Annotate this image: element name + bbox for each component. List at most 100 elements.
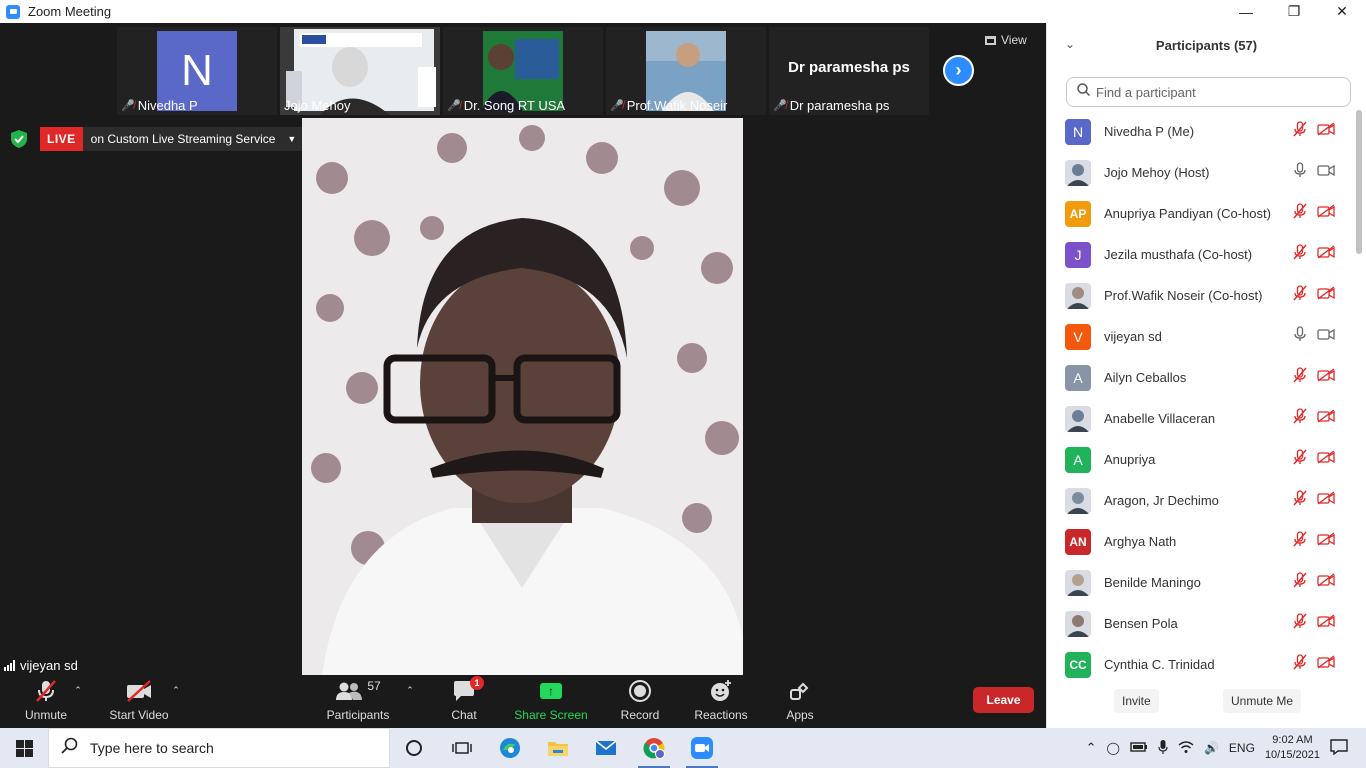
leave-button[interactable]: Leave [973, 687, 1034, 713]
maximize-button[interactable]: ❐ [1270, 0, 1318, 23]
participant-row[interactable]: A Anupriya [1047, 439, 1357, 480]
task-view-icon[interactable] [438, 728, 486, 768]
participant-row[interactable]: Benilde Maningo [1047, 562, 1357, 603]
active-speaker-video [302, 118, 743, 675]
window-controls: — ❐ ✕ [1222, 0, 1366, 23]
speaker-video-image [302, 118, 743, 675]
edge-browser-icon[interactable] [486, 728, 534, 768]
participant-status-icons [1293, 408, 1335, 429]
zoom-taskbar-icon[interactable] [678, 728, 726, 768]
minimize-button[interactable]: — [1222, 0, 1270, 23]
mic-muted-icon: 🎤̸ [610, 100, 624, 112]
video-thumbnail-dr-paramesha[interactable]: Dr paramesha ps 🎤̸ Dr paramesha ps [769, 27, 929, 115]
view-button[interactable]: View [985, 33, 1027, 47]
video-thumbnail-dr-song[interactable]: 🎤̸ Dr. Song RT USA [443, 27, 603, 115]
active-speaker-label: vijeyan sd [0, 656, 82, 675]
participants-options-caret[interactable]: ⌃ [402, 675, 418, 728]
participant-row[interactable]: Aragon, Jr Dechimo [1047, 480, 1357, 521]
participant-avatar [1065, 282, 1091, 309]
apps-button[interactable]: Apps [782, 675, 818, 728]
video-thumbnail-jojo[interactable]: Jojo Mehoy [280, 27, 440, 115]
taskbar-clock[interactable]: 9:02 AM 10/15/2021 [1265, 733, 1320, 763]
video-off-icon [1317, 409, 1335, 428]
participant-row[interactable]: Jojo Mehoy (Host) [1047, 152, 1357, 193]
audio-options-caret[interactable]: ⌃ [70, 675, 86, 728]
participant-row[interactable]: CC Cynthia C. Trinidad [1047, 644, 1357, 685]
participant-row[interactable]: A Ailyn Ceballos [1047, 357, 1357, 398]
chevron-up-icon[interactable]: ⌃ [1086, 740, 1097, 756]
chevron-down-icon[interactable]: ⌄ [1065, 37, 1075, 51]
wifi-icon[interactable] [1178, 740, 1194, 757]
meet-now-icon[interactable]: ◯ [1107, 741, 1120, 755]
title-bar: Zoom Meeting — ❐ ✕ [0, 0, 1366, 23]
chat-button[interactable]: 1 Chat [446, 675, 484, 728]
participant-search-input[interactable] [1096, 84, 1336, 100]
unmute-button[interactable]: Unmute [18, 675, 74, 728]
thumbnail-display-name: Dr paramesha ps [788, 58, 910, 76]
battery-icon[interactable] [1130, 741, 1148, 756]
participant-row[interactable]: AN Arghya Nath [1047, 521, 1357, 562]
video-thumbnail-nivedha[interactable]: N 🎤̸ Nivedha P [117, 27, 277, 115]
language-indicator[interactable]: ENG [1229, 741, 1255, 755]
participant-avatar: V [1065, 323, 1091, 350]
participant-row[interactable]: Vvijeyan sd [1047, 316, 1357, 357]
participant-name: Bensen Pola [1104, 616, 1178, 631]
close-button[interactable]: ✕ [1318, 0, 1366, 23]
mic-muted-icon [1293, 490, 1307, 511]
participant-row[interactable]: Prof.Wafik Noseir (Co-host) [1047, 275, 1357, 316]
participant-row[interactable]: N Nivedha P (Me) [1047, 111, 1357, 152]
video-off-icon [1317, 122, 1335, 141]
participant-name: Benilde Maningo [1104, 575, 1201, 590]
video-off-icon [1317, 573, 1335, 592]
search-icon [61, 737, 78, 759]
invite-button[interactable]: Invite [1114, 689, 1159, 713]
chrome-browser-icon[interactable] [630, 728, 678, 768]
unmute-me-button[interactable]: Unmute Me [1223, 689, 1302, 713]
record-button[interactable]: Record [618, 675, 662, 728]
mail-icon[interactable] [582, 728, 630, 768]
participant-name: Aragon, Jr Dechimo [1104, 493, 1219, 508]
participants-scrollbar[interactable] [1356, 110, 1362, 254]
participant-avatar [1065, 159, 1091, 186]
start-video-button[interactable]: Start Video [104, 675, 174, 728]
search-icon [1077, 83, 1091, 101]
participant-name: Arghya Nath [1104, 534, 1177, 549]
mic-muted-icon [1293, 285, 1307, 306]
participant-row[interactable]: AP Anupriya Pandiyan (Co-host) [1047, 193, 1357, 234]
mic-muted-icon: 🎤̸ [447, 100, 461, 112]
thumbnail-name-label: 🎤̸ Dr paramesha ps [773, 98, 890, 113]
participant-status-icons [1293, 367, 1335, 388]
windows-start-button[interactable] [0, 728, 48, 768]
participant-row[interactable]: Bensen Pola [1047, 603, 1357, 644]
signal-strength-icon [4, 660, 15, 671]
participant-status-icons [1293, 572, 1335, 593]
participants-button[interactable]: 57 Participants [322, 675, 394, 728]
video-options-caret[interactable]: ⌃ [168, 675, 184, 728]
volume-icon[interactable]: 🔊 [1204, 741, 1219, 755]
notifications-icon[interactable] [1330, 738, 1348, 758]
security-shield-icon[interactable] [8, 128, 30, 150]
caret-up-icon: ⌃ [172, 685, 180, 695]
video-thumbnail-prof-wafik[interactable]: 🎤̸ Prof.Wafik Noseir [606, 27, 766, 115]
participant-name: Nivedha P (Me) [1104, 124, 1195, 139]
participant-avatar: AN [1065, 528, 1091, 555]
share-screen-button[interactable]: ↑ Share Screen [513, 675, 589, 728]
participants-panel-header: ⌄ Participants (57) [1047, 23, 1366, 67]
system-tray: ⌃ ◯ 🔊 ENG 9:02 AM 10/15/2021 [1086, 728, 1366, 768]
file-explorer-icon[interactable] [534, 728, 582, 768]
video-thumbnail-strip: N 🎤̸ Nivedha P Jojo Mehoy 🎤̸ Dr. Song RT… [117, 27, 929, 115]
video-off-icon [1317, 491, 1335, 510]
chat-unread-badge: 1 [470, 676, 484, 690]
reactions-button[interactable]: Reactions [692, 675, 750, 728]
video-off-icon [1317, 655, 1335, 674]
participant-row[interactable]: Anabelle Villaceran [1047, 398, 1357, 439]
taskbar-search-box[interactable]: Type here to search [48, 728, 390, 768]
microphone-icon[interactable] [1158, 739, 1168, 758]
live-service-dropdown[interactable]: on Custom Live Streaming Service ▼ [82, 127, 305, 151]
next-page-arrow-icon[interactable]: › [943, 55, 974, 86]
participant-row[interactable]: J Jezila musthafa (Co-host) [1047, 234, 1357, 275]
mic-muted-icon [34, 678, 58, 704]
cortana-icon[interactable] [390, 728, 438, 768]
window-title: Zoom Meeting [28, 4, 112, 19]
participant-search-box[interactable] [1066, 77, 1351, 107]
